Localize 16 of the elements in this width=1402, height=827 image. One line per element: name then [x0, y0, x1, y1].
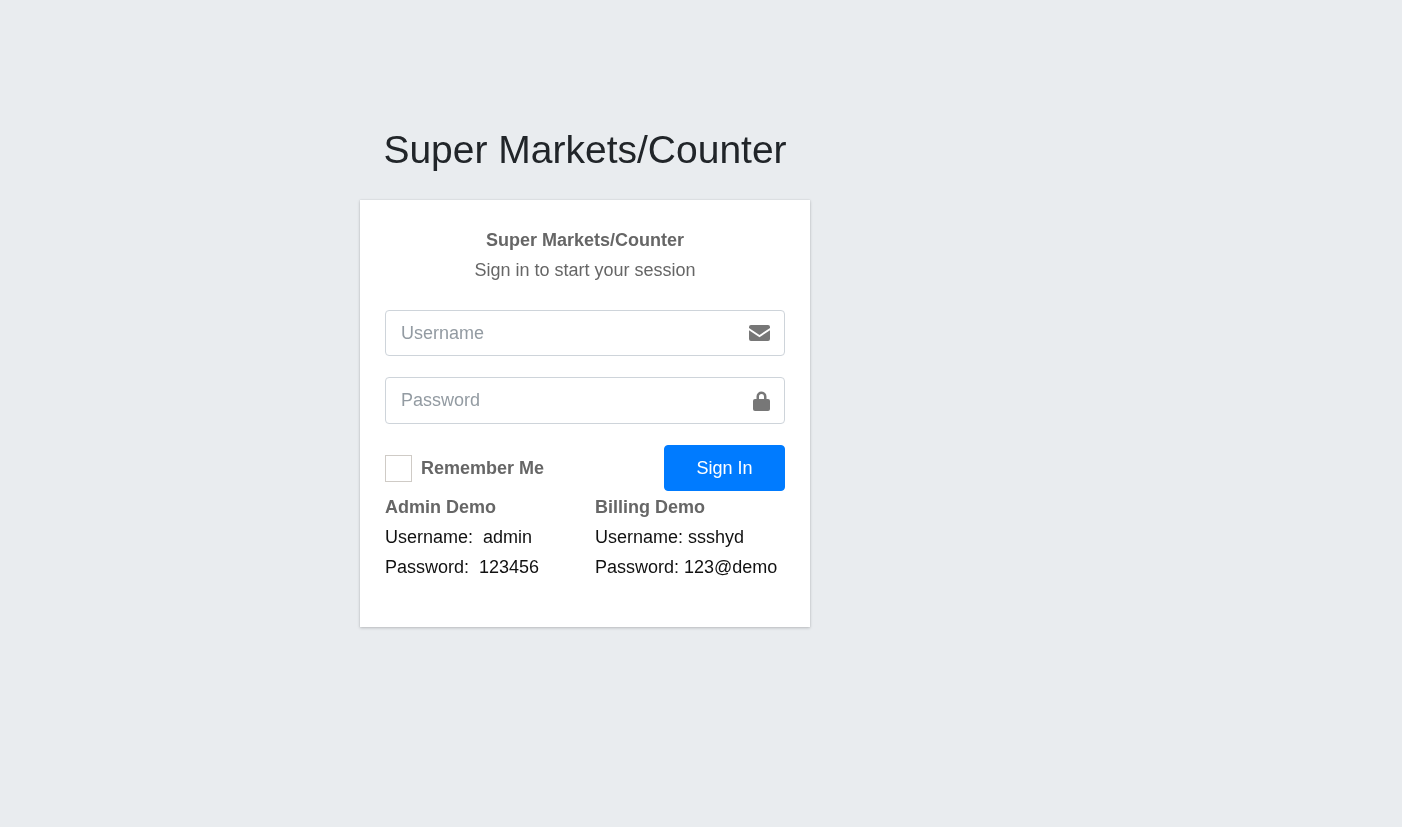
card-subtitle: Sign in to start your session	[473, 259, 697, 282]
sign-in-button[interactable]: Sign In	[664, 445, 785, 491]
demo-credential-text: Username: admin	[385, 526, 534, 549]
username-field[interactable]: Username	[385, 310, 785, 356]
remember-checkbox[interactable]	[385, 454, 412, 482]
card-heading: Super Markets/Counter	[484, 229, 685, 252]
remember-label[interactable]: Remember Me	[421, 454, 545, 482]
lock-icon	[753, 390, 770, 411]
password-field[interactable]: Password	[385, 377, 785, 424]
demo-credential-text: Password: 123456	[385, 556, 541, 579]
demo-title: Admin Demo	[385, 496, 497, 519]
demo-title: Billing Demo	[595, 496, 706, 519]
page-title: Super Markets/Counter	[382, 127, 788, 173]
demo-credential-text: Password: 123@demo	[595, 556, 779, 579]
demo-credential-text: Username: ssshyd	[595, 526, 746, 549]
envelope-icon	[749, 325, 770, 341]
